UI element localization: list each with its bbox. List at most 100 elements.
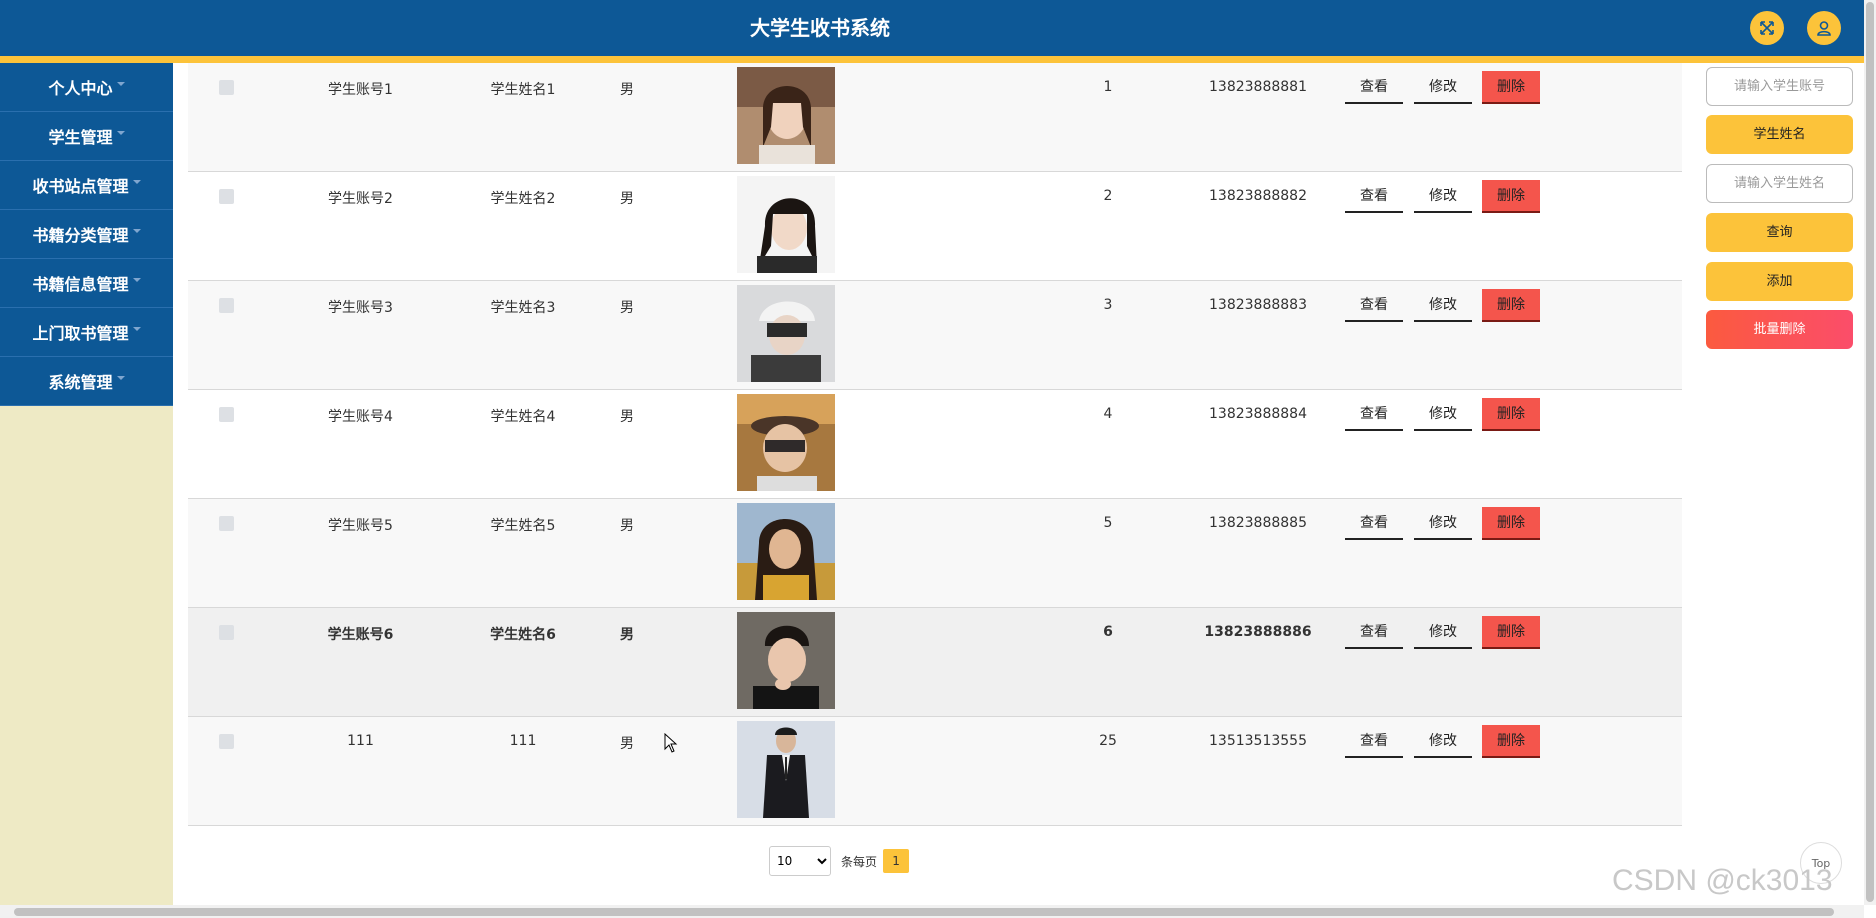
view-button[interactable]: 查看 [1345, 180, 1403, 213]
view-button[interactable]: 查看 [1345, 398, 1403, 431]
student-photo [737, 612, 835, 709]
mouse-cursor-icon [664, 733, 678, 753]
delete-button[interactable]: 删除 [1482, 725, 1540, 758]
chevron-down-icon [116, 82, 125, 86]
delete-button[interactable]: 删除 [1482, 616, 1540, 649]
student-name: 111 [509, 733, 537, 749]
vertical-scrollbar[interactable] [1864, 0, 1876, 905]
add-button[interactable]: 添加 [1706, 262, 1853, 301]
student-account: 学生账号1 [328, 82, 393, 98]
row-checkbox[interactable] [219, 298, 234, 313]
scrollbar-thumb[interactable] [1866, 2, 1874, 902]
student-sex: 男 [620, 300, 634, 316]
view-button[interactable]: 查看 [1345, 616, 1403, 649]
student-account: 学生账号6 [327, 627, 394, 643]
view-button[interactable]: 查看 [1345, 71, 1403, 104]
row-checkbox[interactable] [219, 625, 234, 640]
student-name: 学生姓名5 [490, 518, 556, 534]
student-photo [737, 285, 835, 382]
sidebar-item-system-management[interactable]: 系统管理 [0, 357, 173, 406]
row-checkbox[interactable] [219, 407, 234, 422]
sidebar-item-label: 收书站点管理 [32, 177, 129, 196]
chevron-down-icon [132, 229, 141, 233]
student-sex: 男 [620, 518, 634, 534]
table-row: 学生账号1 学生姓名1 男 1 13823888881 查看 修改 删除 [188, 63, 1682, 172]
chevron-down-icon [132, 278, 141, 282]
student-number: 25 [1099, 733, 1117, 749]
batch-delete-button[interactable]: 批量删除 [1706, 310, 1853, 349]
query-button[interactable]: 查询 [1706, 213, 1853, 252]
sidebar: 个人中心 学生管理 收书站点管理 书籍分类管理 书籍信息管理 上门取书管理 系统… [0, 63, 173, 918]
page-number-button[interactable]: 1 [883, 849, 910, 873]
student-account: 学生账号5 [328, 518, 393, 534]
sidebar-item-student-management[interactable]: 学生管理 [0, 112, 173, 161]
edit-button[interactable]: 修改 [1414, 289, 1472, 322]
scrollbar-thumb[interactable] [14, 908, 1834, 916]
sidebar-item-book-category-management[interactable]: 书籍分类管理 [0, 210, 173, 259]
delete-button[interactable]: 删除 [1482, 398, 1540, 431]
sidebar-item-station-management[interactable]: 收书站点管理 [0, 161, 173, 210]
student-name: 学生姓名4 [490, 409, 556, 425]
per-page-label: 条每页 [841, 854, 878, 869]
edit-button[interactable]: 修改 [1414, 71, 1472, 104]
delete-button[interactable]: 删除 [1482, 507, 1540, 540]
watermark: CSDN @ck3013 [1612, 864, 1833, 897]
student-photo [737, 67, 835, 164]
pagination: 10 条每页 1 [769, 846, 910, 876]
delete-button[interactable]: 删除 [1482, 71, 1540, 104]
student-account: 学生账号4 [328, 409, 393, 425]
student-number: 1 [1103, 79, 1113, 95]
sidebar-item-personal-center[interactable]: 个人中心 [0, 63, 173, 112]
chevron-down-icon [132, 180, 141, 184]
student-number: 6 [1103, 624, 1113, 640]
chevron-down-icon [116, 376, 125, 380]
student-account-search-input[interactable] [1706, 67, 1853, 106]
row-checkbox[interactable] [219, 80, 234, 95]
student-account: 学生账号2 [328, 191, 393, 207]
sidebar-item-label: 书籍信息管理 [32, 275, 129, 294]
page-size-select[interactable]: 10 [769, 846, 831, 876]
app-title: 大学生收书系统 [750, 16, 890, 40]
chevron-down-icon [132, 327, 141, 331]
fullscreen-button[interactable] [1750, 11, 1784, 45]
header-accent-stripe [0, 56, 1864, 63]
delete-button[interactable]: 删除 [1482, 289, 1540, 322]
sidebar-item-label: 上门取书管理 [32, 324, 129, 343]
student-sex: 男 [620, 82, 634, 98]
student-photo [737, 176, 835, 273]
view-button[interactable]: 查看 [1345, 289, 1403, 322]
sidebar-item-pickup-management[interactable]: 上门取书管理 [0, 308, 173, 357]
student-photo [737, 503, 835, 600]
table-row: 学生账号3 学生姓名3 男 3 13823888883 查看 修改 删除 [188, 281, 1682, 390]
edit-button[interactable]: 修改 [1414, 507, 1472, 540]
edit-button[interactable]: 修改 [1414, 398, 1472, 431]
user-button[interactable] [1807, 11, 1841, 45]
edit-button[interactable]: 修改 [1414, 725, 1472, 758]
sidebar-item-book-info-management[interactable]: 书籍信息管理 [0, 259, 173, 308]
row-checkbox[interactable] [219, 516, 234, 531]
view-button[interactable]: 查看 [1345, 725, 1403, 758]
delete-button[interactable]: 删除 [1482, 180, 1540, 213]
edit-button[interactable]: 修改 [1414, 616, 1472, 649]
fullscreen-icon [1760, 21, 1774, 35]
student-name-search-input[interactable] [1706, 164, 1853, 203]
student-phone: 13823888884 [1209, 406, 1307, 422]
student-number: 3 [1103, 297, 1113, 313]
student-sex: 男 [620, 736, 634, 752]
chevron-down-icon [116, 131, 125, 135]
table-row: 111 111 男 25 13513513555 查看 修改 删除 [188, 717, 1682, 826]
student-name-label-button[interactable]: 学生姓名 [1706, 115, 1853, 154]
row-checkbox[interactable] [219, 734, 234, 749]
student-sex: 男 [620, 409, 634, 425]
view-button[interactable]: 查看 [1345, 507, 1403, 540]
student-table: 学生账号1 学生姓名1 男 1 13823888881 查看 修改 删除 学生账… [188, 63, 1682, 826]
app-window: 大学生收书系统 个人中心 学生管理 收书站点管理 书籍分类管理 书籍信息管理 上… [0, 0, 1876, 918]
student-sex: 男 [620, 627, 634, 643]
top-header: 大学生收书系统 [0, 0, 1864, 56]
row-checkbox[interactable] [219, 189, 234, 204]
edit-button[interactable]: 修改 [1414, 180, 1472, 213]
student-account: 111 [347, 733, 374, 749]
table-row: 学生账号6 学生姓名6 男 6 13823888886 查看 修改 删除 [188, 608, 1682, 717]
horizontal-scrollbar[interactable] [0, 905, 1864, 918]
sidebar-item-label: 个人中心 [48, 79, 113, 98]
